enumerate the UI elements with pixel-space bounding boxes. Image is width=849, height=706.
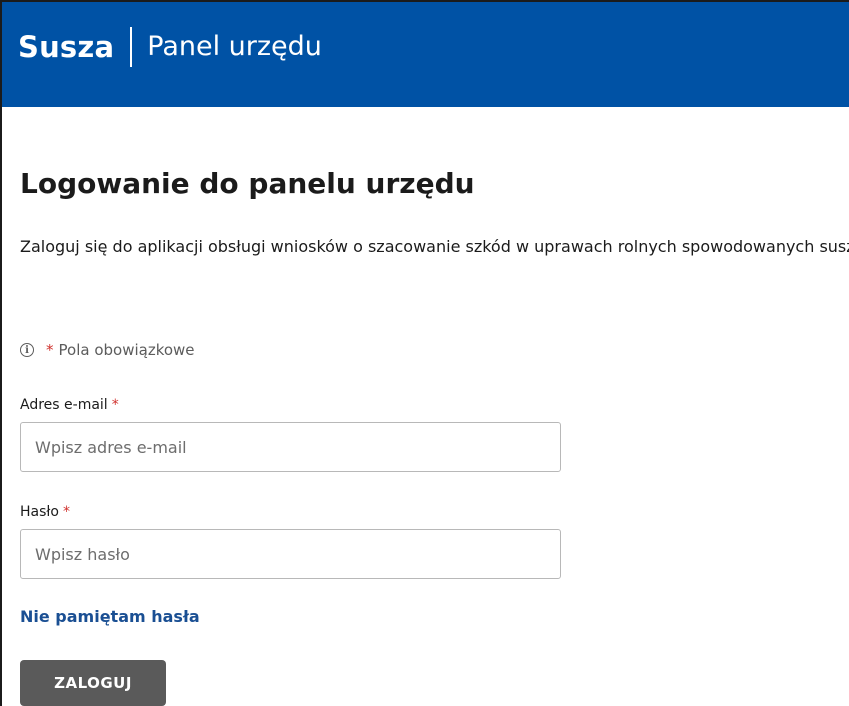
top-header: Susza Panel urzędu <box>2 2 849 107</box>
app-name: Panel urzędu <box>147 31 322 62</box>
required-asterisk: * <box>46 341 54 359</box>
brand-logo[interactable]: Susza <box>18 30 114 64</box>
intro-text: Zaloguj się do aplikacji obsługi wnioskó… <box>20 237 849 256</box>
password-required-asterisk: * <box>62 504 70 520</box>
page-title: Logowanie do panelu urzędu <box>20 167 475 200</box>
email-required-asterisk: * <box>111 397 119 413</box>
email-label: Adres e-mail * <box>20 397 119 413</box>
password-field[interactable] <box>20 529 561 579</box>
required-fields-note: i * Pola obowiązkowe <box>20 341 195 359</box>
email-label-text: Adres e-mail <box>20 397 108 413</box>
forgot-password-link[interactable]: Nie pamiętam hasła <box>20 607 200 626</box>
required-note-text: Pola obowiązkowe <box>58 341 195 359</box>
email-field[interactable] <box>20 422 561 472</box>
password-label-text: Hasło <box>20 504 59 520</box>
password-label: Hasło * <box>20 504 70 520</box>
header-divider <box>130 26 133 67</box>
login-button[interactable]: ZALOGUJ <box>20 660 166 706</box>
app-window: Susza Panel urzędu Logowanie do panelu u… <box>0 0 849 706</box>
info-icon: i <box>20 343 34 357</box>
